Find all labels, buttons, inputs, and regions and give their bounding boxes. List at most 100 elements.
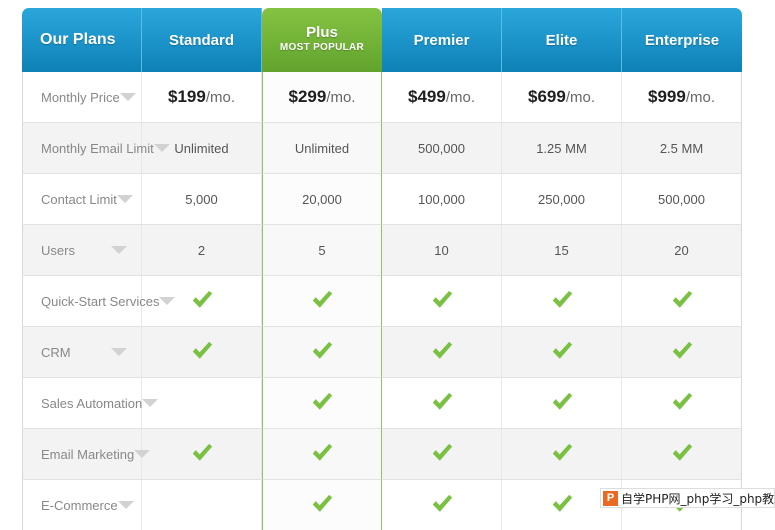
table-row: Quick-Start Services xyxy=(22,276,742,327)
table-cell-standard xyxy=(142,378,262,429)
most-popular-badge: MOST POPULAR xyxy=(279,41,365,53)
feature-label-cell[interactable]: Contact Limit xyxy=(22,174,142,225)
chevron-down-icon[interactable] xyxy=(159,297,176,305)
table-row: Users 2 5 10 15 20 xyxy=(22,225,742,276)
table-row: CRM xyxy=(22,327,742,378)
cell-value: 5 xyxy=(318,242,326,258)
table-cell-premier: 500,000 xyxy=(382,123,502,174)
chevron-down-icon[interactable] xyxy=(117,501,134,509)
table-cell-enterprise: $999/mo. xyxy=(622,72,742,123)
chevron-down-icon[interactable] xyxy=(134,450,151,458)
feature-label-cell[interactable]: Sales Automation xyxy=(22,378,159,429)
cell-value: 2.5 MM xyxy=(659,140,704,156)
chevron-down-icon[interactable] xyxy=(153,144,170,152)
column-header-label: Premier xyxy=(413,31,470,49)
table-cell-plus: Unlimited xyxy=(262,123,382,174)
cell-value: 5,000 xyxy=(185,191,218,207)
header-row: Our Plans Standard Plus MOST POPULAR Pre… xyxy=(22,8,742,72)
table-row: Monthly Email Limit Unlimited Unlimited 500… xyxy=(22,123,742,174)
cell-value: Unlimited xyxy=(294,140,350,156)
table-cell-plus: 5 xyxy=(262,225,382,276)
table-row: Sales Automation xyxy=(22,378,742,429)
chevron-down-icon[interactable] xyxy=(119,93,136,101)
table-cell-enterprise xyxy=(622,378,742,429)
price-period: /mo. xyxy=(326,89,356,106)
checkmark-icon xyxy=(429,389,455,415)
table-cell-plus: 20,000 xyxy=(262,174,382,225)
checkmark-icon xyxy=(669,287,695,313)
table-cell-standard xyxy=(142,429,262,480)
feature-label-cell[interactable]: Email Marketing xyxy=(22,429,151,480)
checkmark-icon xyxy=(669,440,695,466)
feature-label-cell[interactable]: E-Commerce xyxy=(22,480,142,530)
price-period: /mo. xyxy=(685,89,715,106)
column-header-enterprise[interactable]: Enterprise xyxy=(622,8,742,72)
price-period: /mo. xyxy=(445,89,475,106)
table-cell-enterprise xyxy=(622,276,742,327)
checkmark-icon xyxy=(549,338,575,364)
table-cell-elite: $699/mo. xyxy=(502,72,622,123)
table-cell-premier xyxy=(382,429,502,480)
feature-label-cell[interactable]: Users xyxy=(22,225,142,276)
table-cell-standard: 2 xyxy=(142,225,262,276)
chevron-down-icon[interactable] xyxy=(111,348,127,356)
table-cell-elite: 250,000 xyxy=(502,174,622,225)
feature-label-cell[interactable]: Quick-Start Services xyxy=(22,276,176,327)
price-amount: $699 xyxy=(527,87,566,106)
chevron-down-icon[interactable] xyxy=(116,195,133,203)
feature-label-cell[interactable]: Monthly Price xyxy=(22,72,142,123)
chevron-down-icon[interactable] xyxy=(142,399,159,407)
price-period: /mo. xyxy=(205,89,235,106)
table-cell-standard xyxy=(142,480,262,530)
column-header-elite[interactable]: Elite xyxy=(502,8,622,72)
table-cell-elite xyxy=(502,429,622,480)
column-header-premier[interactable]: Premier xyxy=(382,8,502,72)
table-row: Contact Limit 5,000 20,000 100,000 250,000 50… xyxy=(22,174,742,225)
cell-value: 1.25 MM xyxy=(536,140,587,156)
table-row: Monthly Price $199/mo. $299/mo. $499/mo. $69… xyxy=(22,72,742,123)
pricing-table-container: Our Plans Standard Plus MOST POPULAR Pre… xyxy=(22,8,742,530)
price-amount: $199 xyxy=(167,87,206,106)
table-cell-premier: $499/mo. xyxy=(382,72,502,123)
cell-value: Unlimited xyxy=(174,140,229,156)
column-header-plus[interactable]: Plus MOST POPULAR xyxy=(262,8,382,72)
checkmark-icon xyxy=(189,287,215,313)
price-amount: $499 xyxy=(407,87,446,106)
pricing-table: Our Plans Standard Plus MOST POPULAR Pre… xyxy=(22,8,742,530)
table-cell-elite xyxy=(502,327,622,378)
cell-value: 500,000 xyxy=(658,191,705,207)
column-header-standard[interactable]: Standard xyxy=(142,8,262,72)
cell-value: 100,000 xyxy=(418,191,465,207)
cell-value: 20 xyxy=(674,242,689,258)
checkmark-icon xyxy=(429,287,455,313)
cell-value: 10 xyxy=(434,242,449,258)
checkmark-icon xyxy=(309,389,335,415)
checkmark-icon xyxy=(549,389,575,415)
cell-value: 20,000 xyxy=(302,191,342,207)
chevron-down-icon[interactable] xyxy=(111,246,127,254)
table-cell-enterprise xyxy=(622,327,742,378)
checkmark-icon xyxy=(669,338,695,364)
checkmark-icon xyxy=(189,338,215,364)
table-cell-plus xyxy=(262,480,382,530)
checkmark-icon xyxy=(309,440,335,466)
feature-label: Monthly Email Limit xyxy=(41,140,154,156)
table-cell-enterprise xyxy=(622,429,742,480)
feature-label-cell[interactable]: CRM xyxy=(22,327,142,378)
feature-label-cell[interactable]: Monthly Email Limit xyxy=(22,123,170,174)
column-header-our-plans: Our Plans xyxy=(22,8,142,72)
table-row: Email Marketing xyxy=(22,429,742,480)
pricing-table-header: Our Plans Standard Plus MOST POPULAR Pre… xyxy=(22,8,742,72)
table-cell-premier xyxy=(382,480,502,530)
checkmark-icon xyxy=(429,338,455,364)
watermark-logo-icon: P xyxy=(603,490,618,506)
checkmark-icon xyxy=(549,440,575,466)
no-feature-indicator xyxy=(201,509,202,510)
watermark-text: 自学PHP网_php学习_php教 xyxy=(621,491,775,506)
table-cell-plus xyxy=(262,327,382,378)
table-cell-plus xyxy=(262,378,382,429)
feature-label: CRM xyxy=(41,344,71,360)
table-cell-premier: 10 xyxy=(382,225,502,276)
table-cell-plus: $299/mo. xyxy=(262,72,382,123)
table-cell-premier xyxy=(382,276,502,327)
